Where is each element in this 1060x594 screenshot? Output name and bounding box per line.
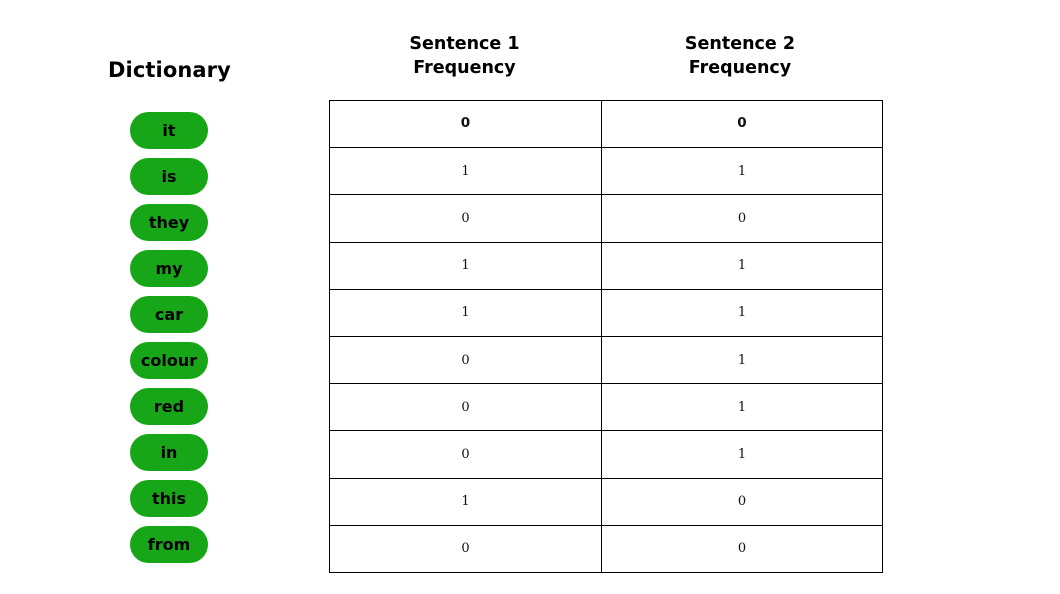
table-cell-sentence2: 1 [601, 430, 883, 479]
dictionary-word-label: from [147, 534, 191, 554]
cell-value: 0 [461, 446, 470, 462]
cell-value: 0 [737, 541, 747, 557]
table-cell-sentence2: 1 [601, 241, 883, 290]
table-cell-sentence2: 1 [601, 383, 883, 432]
table-cell-sentence2: 1 [601, 335, 883, 385]
table-row: 01 [329, 335, 883, 385]
dictionary-word-pill[interactable]: car [130, 296, 208, 333]
dictionary-word-pill[interactable]: from [130, 526, 208, 563]
column-header-sentence-1: Sentence 1 Frequency [409, 34, 520, 79]
table-row: 10 [329, 477, 883, 526]
table-row: 00 [329, 194, 883, 243]
dictionary-word-label: this [151, 488, 187, 508]
table-cell-sentence1: 1 [329, 147, 602, 196]
cell-value: 0 [461, 210, 470, 226]
table-cell-sentence2: 1 [601, 288, 883, 337]
cell-value: 1 [737, 446, 747, 462]
cell-value: 1 [737, 258, 747, 274]
cell-value: 1 [737, 399, 747, 415]
dictionary-word-list: it is they my car colour red in this from [130, 112, 208, 572]
frequency-table-body: 00110011110101011000 [329, 99, 883, 573]
dictionary-word-label: they [148, 212, 190, 232]
dictionary-word-label: it [162, 120, 176, 140]
cell-value: 0 [460, 115, 471, 132]
table-row: 11 [329, 147, 883, 196]
table-cell-sentence1: 0 [329, 99, 602, 149]
dictionary-word-pill[interactable]: they [130, 204, 208, 241]
table-cell-sentence1: 0 [329, 335, 602, 385]
dictionary-word-pill[interactable]: this [130, 480, 208, 517]
dictionary-word-pill[interactable]: colour [130, 342, 208, 379]
cell-value: 1 [461, 494, 470, 510]
dictionary-word-pill[interactable]: my [130, 250, 208, 287]
cell-value: 0 [737, 494, 747, 510]
table-cell-sentence2: 1 [601, 147, 883, 196]
dictionary-title: Dictionary [108, 58, 231, 82]
dictionary-word-pill[interactable]: in [130, 434, 208, 471]
cell-value: 1 [461, 305, 470, 321]
table-cell-sentence2: 0 [601, 194, 883, 243]
column-header-sentence-2: Sentence 2 Frequency [684, 34, 796, 79]
cell-value: 1 [461, 163, 470, 179]
cell-value: 1 [737, 305, 747, 321]
dictionary-word-label: in [160, 442, 178, 462]
table-row: 00 [329, 524, 883, 573]
cell-value: 0 [461, 541, 470, 557]
table-cell-sentence1: 1 [329, 477, 602, 526]
dictionary-word-pill[interactable]: is [130, 158, 208, 195]
table-row: 00 [329, 99, 883, 149]
cell-value: 1 [737, 352, 747, 368]
table-cell-sentence1: 0 [329, 524, 602, 573]
cell-value: 0 [461, 399, 470, 415]
dictionary-word-label: car [154, 304, 184, 324]
cell-value: 0 [461, 352, 470, 368]
dictionary-word-pill[interactable]: red [130, 388, 208, 425]
dictionary-word-pill[interactable]: it [130, 112, 208, 149]
dictionary-word-label: my [155, 258, 183, 278]
table-row: 01 [329, 430, 883, 479]
table-row: 11 [329, 288, 883, 337]
cell-value: 0 [737, 115, 747, 132]
table-cell-sentence1: 1 [329, 288, 602, 337]
table-cell-sentence1: 0 [329, 383, 602, 432]
table-cell-sentence2: 0 [601, 477, 883, 526]
table-cell-sentence1: 0 [329, 194, 602, 243]
table-cell-sentence1: 1 [329, 241, 602, 290]
table-row: 11 [329, 241, 883, 290]
cell-value: 0 [737, 210, 747, 226]
table-cell-sentence2: 0 [601, 524, 883, 573]
cell-value: 1 [461, 258, 470, 274]
table-cell-sentence1: 0 [329, 430, 602, 479]
frequency-table: 00110011110101011000 [329, 99, 883, 573]
dictionary-word-label: is [161, 166, 177, 186]
table-row: 01 [329, 383, 883, 432]
cell-value: 1 [737, 163, 747, 179]
table-cell-sentence2: 0 [601, 99, 883, 149]
dictionary-word-label: red [153, 396, 185, 416]
dictionary-word-label: colour [140, 350, 198, 370]
